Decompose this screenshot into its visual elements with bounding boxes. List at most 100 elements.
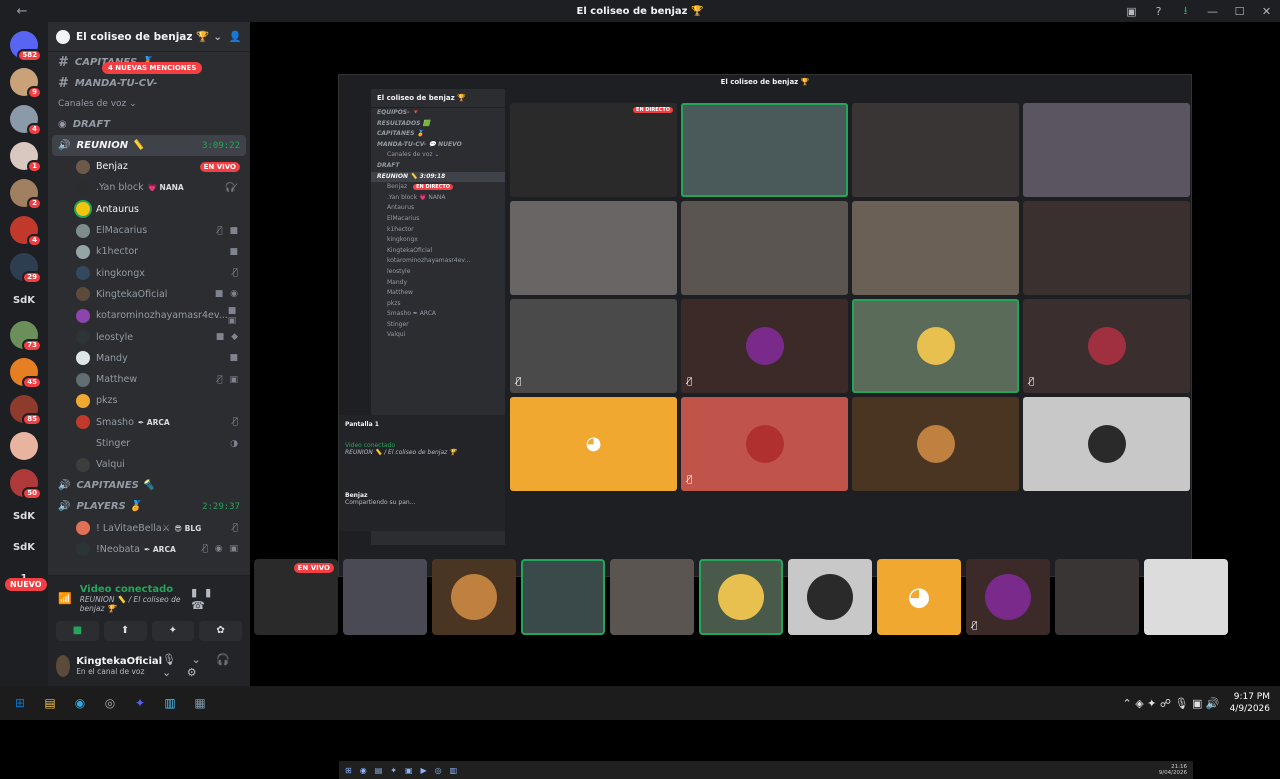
maximize-button[interactable]: ☐ (1226, 5, 1253, 18)
inner-channel-row: REUNION 📏 3:09:18 (371, 171, 505, 183)
help-icon[interactable]: ? (1145, 5, 1172, 18)
video-tile[interactable]: EN DIRECTO (510, 103, 677, 197)
server-icon[interactable]: 73 (10, 321, 42, 352)
channel-players[interactable]: 🔊 PLAYERS 🏅 2:29:37 (48, 496, 250, 517)
video-tile[interactable] (1023, 201, 1190, 295)
server-icon[interactable]: 50 (10, 469, 42, 500)
camera-button[interactable]: ■ (56, 621, 99, 641)
participant-tile[interactable]: 🎙̸ (966, 559, 1050, 635)
participant-tile[interactable] (788, 559, 872, 635)
inbox-icon[interactable]: ▣ (1118, 5, 1145, 18)
channel-manda-tu-cv[interactable]: # MANDA-TU-CV- (48, 73, 250, 94)
channel-draft[interactable]: ◉ DRAFT (48, 114, 250, 135)
clock[interactable]: 9:17 PM 4/9/2026 (1230, 691, 1270, 715)
disconnect-controls[interactable]: ▮▮ ☎ (191, 586, 240, 612)
voice-status[interactable]: Video conectado (80, 584, 191, 595)
participant-tile[interactable] (1055, 559, 1139, 635)
server-icon-text[interactable]: SdK (10, 290, 38, 312)
video-tile[interactable] (681, 201, 848, 295)
server-icon-text[interactable]: SdK (10, 506, 38, 528)
close-button[interactable]: ✕ (1253, 5, 1280, 18)
video-tile[interactable] (1023, 397, 1190, 491)
participant-tile[interactable] (432, 559, 516, 635)
video-tile[interactable] (852, 201, 1019, 295)
voice-member[interactable]: k1hector ■ (48, 241, 250, 262)
activities-button[interactable]: ✦ (151, 621, 195, 641)
server-icon[interactable]: 2 (10, 179, 42, 210)
server-icon[interactable]: 45 (10, 358, 42, 389)
taskbar-app-icon[interactable]: ▥ (160, 693, 180, 713)
video-tile[interactable]: ◕ (510, 397, 677, 491)
server-icon[interactable]: 1 (10, 142, 42, 173)
user-controls[interactable]: 🎙 ⌄ 🎧 ⌄ ⚙ (162, 653, 242, 679)
voice-member[interactable]: Mandy ■ (48, 348, 250, 369)
tray-icons[interactable]: ⌃ ◈ ✦ ☍ 🎙 ▣ 🔊 (1123, 697, 1220, 710)
voice-member[interactable]: KingtekaOficial ■ ◉ (48, 284, 250, 305)
video-tile[interactable] (852, 103, 1019, 197)
participant-tile[interactable] (610, 559, 694, 635)
server-icon[interactable]: 85 (10, 395, 42, 426)
voice-location[interactable]: REUNION 📏 / El coliseo de benjaz 🏆 (80, 595, 191, 613)
avatar[interactable] (56, 655, 71, 677)
minimize-button[interactable]: — (1199, 5, 1226, 18)
voice-member[interactable]: ! LaVitaeBella⚔ 😎 BLG 🎙̸ (48, 517, 250, 538)
taskbar-app-icon[interactable]: ◎ (100, 693, 120, 713)
server-icon[interactable]: 9 (10, 68, 42, 99)
invite-icon[interactable]: 👤 (229, 30, 242, 43)
screen-share-button[interactable]: ⬆ (103, 621, 147, 641)
participant-tile[interactable] (521, 559, 605, 635)
video-tile[interactable] (852, 397, 1019, 491)
video-tile[interactable]: 🎙̸ (1023, 299, 1190, 393)
shared-screen[interactable]: El coliseo de benjaz 🏆 El coliseo de ben… (338, 74, 1193, 779)
participant-tile[interactable] (1144, 559, 1228, 635)
inner-taskbar-icon: ◎ (434, 765, 442, 775)
participant-tile[interactable] (343, 559, 427, 635)
voice-member[interactable]: Smasho ✒ ARCA 🎙̸ (48, 412, 250, 433)
participant-tile[interactable] (699, 559, 783, 635)
voice-member[interactable]: leostyle ■ ◆ (48, 326, 250, 347)
video-tile[interactable]: 🎙̸ (681, 397, 848, 491)
voice-member[interactable]: kotarominozhayamasr4ev... ■ ▣ (48, 305, 250, 326)
voice-member[interactable]: Benjaz EN VIVO (48, 156, 250, 177)
channel-capitanes-voice[interactable]: 🔊 CAPITANES 🔦 (48, 475, 250, 496)
soundboard-button[interactable]: ✿ (199, 621, 242, 641)
channel-reunion[interactable]: 🔊 REUNION 📏 3:09:22 (52, 135, 246, 156)
video-tile[interactable]: 🎙̸ (681, 299, 848, 393)
new-mentions-pill[interactable]: 4 NUEVAS MENCIONES (102, 62, 203, 74)
taskbar-app-icon[interactable]: ✦ (130, 693, 150, 713)
voice-member[interactable]: ElMacarius 🎙̸ ■ (48, 220, 250, 241)
taskbar-app-icon[interactable]: ◉ (70, 693, 90, 713)
server-icon[interactable]: 4 (10, 105, 42, 136)
discord-icon: ◕ (907, 582, 931, 612)
category-voice-channels[interactable]: Canales de voz ⌄ (48, 94, 250, 114)
voice-member[interactable]: !Neobata ✒ ARCA 🎙̸ ◉ ▣ (48, 539, 250, 560)
server-icon[interactable]: 29 (10, 253, 42, 284)
server-header[interactable]: El coliseo de benjaz 🏆 ⌄ 👤 (48, 22, 250, 52)
video-tile[interactable] (510, 201, 677, 295)
participant-tile[interactable]: EN VIVO (254, 559, 338, 635)
inner-taskbar-icon: ▥ (449, 765, 458, 775)
voice-member[interactable]: .Yan block 💗 NANA 🎧̸ (48, 177, 250, 198)
participant-tile[interactable]: ◕ (877, 559, 961, 635)
video-tile[interactable] (681, 103, 848, 197)
server-icon-text[interactable]: SdK (10, 537, 38, 559)
taskbar-app-icon[interactable]: ▤ (40, 693, 60, 713)
voice-member[interactable]: kingkongx 🎙̸ (48, 262, 250, 283)
voice-member[interactable]: Antaurus (48, 199, 250, 220)
video-tile[interactable] (1023, 103, 1190, 197)
download-icon[interactable]: ⭳ (1172, 2, 1199, 21)
server-icon[interactable]: 4 (10, 216, 42, 247)
taskbar-app-icon[interactable]: ⊞ (10, 693, 30, 713)
video-tile[interactable]: 🎙̸ (510, 299, 677, 393)
voice-member[interactable]: Matthew 🎙̸ ▣ (48, 369, 250, 390)
voice-member[interactable]: pkzs (48, 390, 250, 411)
voice-member[interactable]: Stinger ◑ (48, 433, 250, 454)
server-icon[interactable] (10, 432, 38, 460)
taskbar-app-icon[interactable]: ▦ (190, 693, 210, 713)
voice-member[interactable]: Valqui (48, 454, 250, 475)
video-tile[interactable] (852, 299, 1019, 393)
call-timer: 3:09:22 (202, 140, 240, 151)
inner-channel-row: Canales de voz ⌄ (371, 150, 505, 161)
muted-icon: 🎙̸ (972, 621, 978, 631)
server-icon[interactable]: 582 (10, 31, 42, 62)
